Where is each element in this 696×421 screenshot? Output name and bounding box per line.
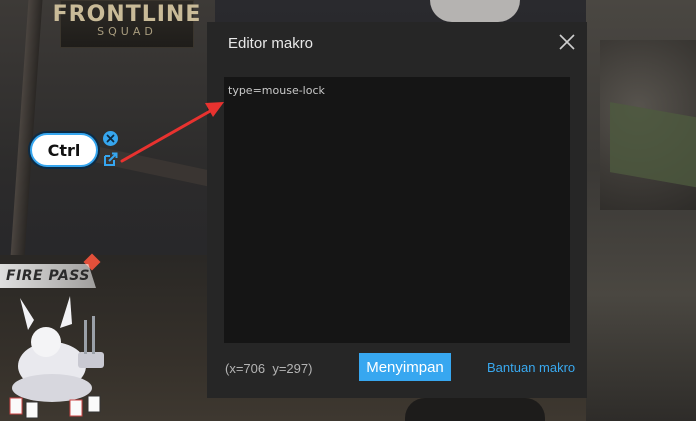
edit-icon[interactable] (102, 151, 119, 168)
mascot-illustration (9, 296, 104, 419)
macro-help-link[interactable]: Bantuan makro (487, 360, 575, 375)
game-logo-title: FRONTLINE (52, 2, 202, 27)
close-icon[interactable] (558, 33, 576, 51)
background-character (430, 0, 520, 22)
fire-pass-label: FIRE PASS (6, 268, 90, 284)
cursor-coordinates: (x=706 y=297) (225, 361, 313, 376)
macro-editor-dialog: Editor makro type=mouse-lock (x=706 y=29… (207, 22, 587, 398)
save-button[interactable]: Menyimpan (359, 353, 451, 381)
close-icon[interactable] (103, 131, 118, 146)
background-character-feet (405, 398, 545, 421)
game-logo: FRONTLINE SQUAD (53, 0, 200, 48)
game-logo-subtitle: SQUAD (97, 25, 157, 38)
macro-text-editor[interactable]: type=mouse-lock (224, 77, 570, 343)
dialog-title: Editor makro (228, 35, 314, 52)
fire-pass-banner: FIRE PASS (0, 264, 96, 288)
ctrl-key-mapping[interactable]: Ctrl (30, 133, 98, 167)
